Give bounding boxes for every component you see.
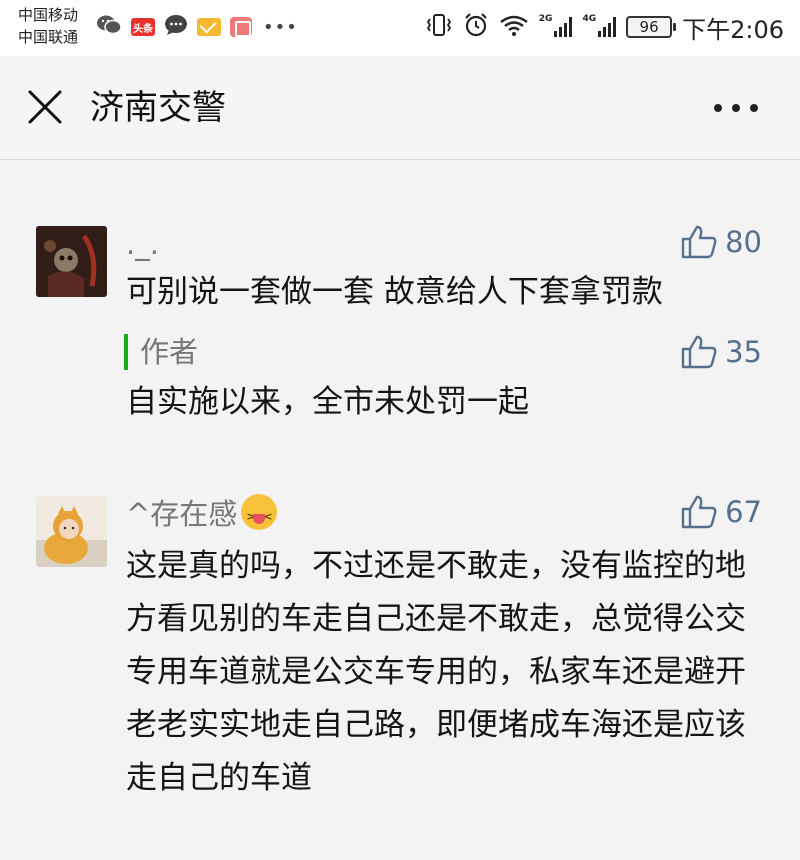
thumbs-up-icon — [681, 495, 717, 529]
more-icon-dot — [732, 104, 740, 112]
comment-text: 可别说一套做一套 故意给人下套拿罚款 — [126, 274, 663, 310]
squinting-tongue-emoji-icon — [241, 494, 278, 537]
signal-icon-2 — [598, 17, 617, 37]
comment-item: ._. 80 可别说一套做一套 故意给人下套拿罚款 作者 35 自实施以来，全市… — [0, 160, 800, 460]
carrier-1: 中国移动 — [18, 6, 79, 24]
page-title: 济南交警 — [90, 88, 226, 128]
close-icon — [28, 90, 62, 124]
avatar[interactable] — [36, 496, 107, 567]
battery-icon: 96 — [626, 16, 677, 38]
thumbs-up-icon — [681, 225, 717, 259]
author-reply-text: 自实施以来，全市未处罚一起 — [126, 384, 529, 420]
like-count: 67 — [725, 495, 762, 529]
signal-icon — [554, 17, 573, 37]
comment-nickname[interactable]: ^存在感 — [126, 494, 278, 537]
more-icon-dot — [714, 104, 722, 112]
network-type-1: 2G — [538, 14, 553, 24]
clock: 下午2:06 — [682, 15, 784, 44]
mail-icon — [197, 18, 221, 36]
reply-like-button[interactable]: 35 — [681, 332, 762, 372]
comment-nickname[interactable]: ._. — [126, 224, 159, 264]
carrier-2: 中国联通 — [18, 28, 79, 46]
notification-icons: 头条 ••• — [96, 14, 298, 40]
comment-item: ^存在感 67 这是真的吗，不过还是不敢走，没有监控的地方看见别的车走自己还是不… — [0, 460, 800, 860]
system-status: 2G 4G 96 下午2:06 — [425, 10, 784, 44]
more-icon-dot — [750, 104, 758, 112]
author-reply-label: 作者 — [124, 334, 198, 370]
close-button[interactable] — [26, 88, 64, 126]
wifi-icon — [499, 13, 529, 41]
message-icon — [164, 14, 188, 40]
like-count: 35 — [725, 335, 762, 369]
toutiao-icon: 头条 — [131, 18, 155, 36]
like-button[interactable]: 67 — [681, 492, 762, 532]
carrier-info: 中国移动 中国联通 — [18, 4, 78, 48]
status-bar: 中国移动 中国联通 头条 ••• 2G 4G 96 下午2:06 — [0, 0, 800, 56]
comment-text: 这是真的吗，不过还是不敢走，没有监控的地方看见别的车走自己还是不敢走，总觉得公交… — [126, 548, 746, 796]
more-notifications-icon: ••• — [263, 16, 298, 38]
more-menu-button[interactable] — [714, 102, 758, 114]
title-bar: 济南交警 — [0, 56, 800, 160]
nickname-text: ^存在感 — [126, 497, 238, 531]
like-button[interactable]: 80 — [681, 222, 762, 262]
network-type-2: 4G — [582, 14, 597, 24]
wechat-icon — [96, 14, 122, 40]
alarm-icon — [463, 12, 489, 42]
vibrate-icon — [425, 13, 453, 41]
like-count: 80 — [725, 225, 762, 259]
thumbs-up-icon — [681, 335, 717, 369]
reader-icon — [230, 17, 252, 37]
avatar[interactable] — [36, 226, 107, 297]
